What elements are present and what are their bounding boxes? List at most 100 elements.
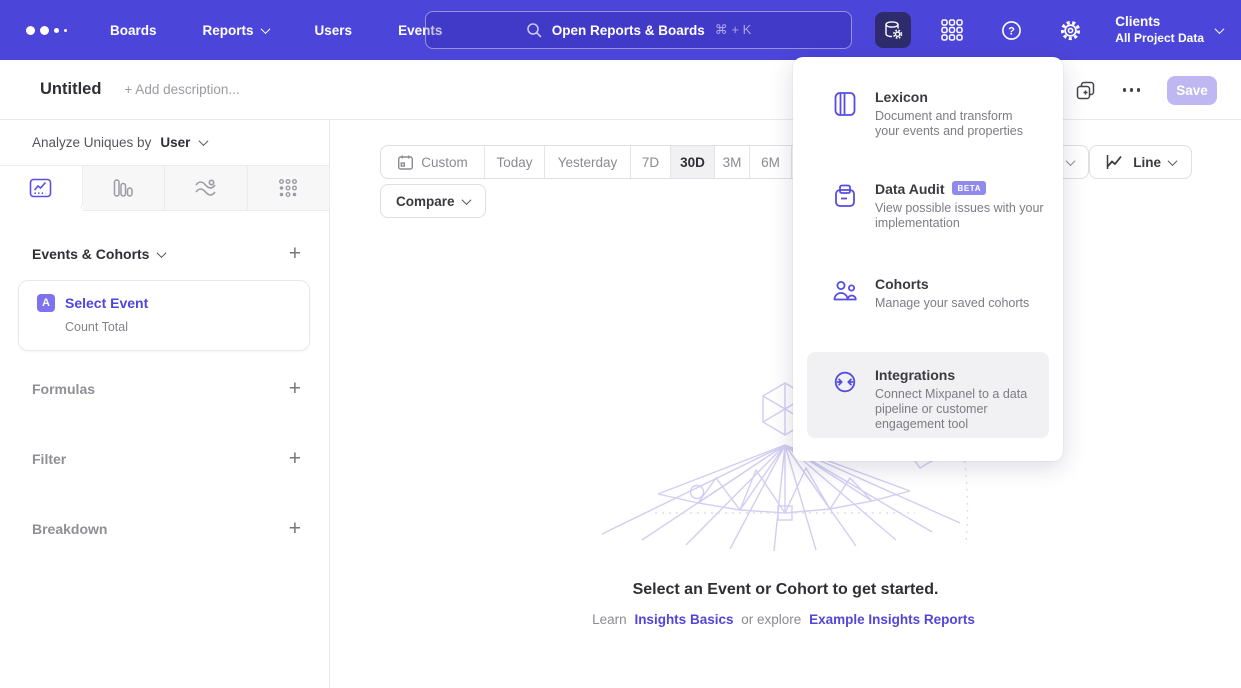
project-selector[interactable]: Clients All Project Data [1115,14,1223,46]
event-card[interactable]: A Select Event Count Total [18,280,310,351]
learn-prefix: Learn [592,612,627,627]
analyze-row: Analyze Uniques by User [32,135,207,150]
nav-boards-label: Boards [110,23,157,38]
range-7d[interactable]: 7D [630,146,670,178]
lexicon-text: Lexicon Document and transform your even… [875,89,1057,139]
beta-badge: BETA [952,181,986,195]
duplicate-icon[interactable] [1075,80,1096,101]
integrations-description: Connect Mixpanel to a data pipeline or c… [875,387,1049,432]
search-icon [526,22,542,38]
apps-grid-button[interactable] [934,12,970,48]
range-yesterday[interactable]: Yesterday [544,146,630,178]
compare-label: Compare [396,194,455,209]
menu-item-cohorts[interactable]: Cohorts Manage your saved cohorts [793,276,1063,311]
nav-users[interactable]: Users [315,23,353,38]
nav-reports[interactable]: Reports [203,23,269,38]
nav-reports-label: Reports [203,23,254,38]
chevron-down-icon[interactable] [199,136,209,146]
range-custom-label: Custom [421,155,468,170]
events-cohorts-header: Events & Cohorts + [32,246,301,262]
data-audit-icon [832,181,858,231]
analyze-value-dropdown[interactable]: User [160,135,190,150]
flow-tab-icon [194,177,217,199]
menu-item-integrations[interactable]: Integrations Connect Mixpanel to a data … [807,352,1049,438]
range-3m[interactable]: 3M [714,146,749,178]
question-circle-icon: ? [1001,20,1022,41]
svg-text:?: ? [1008,25,1015,37]
query-builder-sidebar: Analyze Uniques by User [0,120,330,688]
range-yesterday-label: Yesterday [558,155,618,170]
data-audit-text: Data Audit BETA View possible issues wit… [875,181,1057,231]
data-management-dropdown: Lexicon Document and transform your even… [793,57,1063,461]
search-shortcut: ⌘ + K [715,22,752,38]
global-search-input[interactable]: Open Reports & Boards ⌘ + K [425,11,852,49]
metric-dots-tab-icon [277,177,299,199]
save-button[interactable]: Save [1167,76,1217,105]
cohorts-title: Cohorts [875,276,929,292]
help-button[interactable]: ? [993,12,1029,48]
range-6m-label: 6M [761,155,780,170]
chevron-down-icon [1215,24,1225,34]
report-title[interactable]: Untitled [40,80,101,99]
insights-basics-link[interactable]: Insights Basics [634,612,733,627]
chevron-down-icon [1066,156,1076,166]
grid-icon [940,18,964,42]
event-aggregation[interactable]: Count Total [65,320,309,334]
formulas-section: Formulas + [32,381,301,397]
middle-text: or explore [741,612,801,627]
tab-line-chart[interactable] [0,166,83,211]
lexicon-description: Document and transform your events and p… [875,109,1057,139]
range-6m[interactable]: 6M [749,146,791,178]
chart-type-dropdown[interactable]: Line [1089,145,1192,179]
report-canvas: Custom Today Yesterday 7D 30D 3M 6M Comp… [330,120,1241,688]
data-audit-title: Data Audit [875,181,944,197]
lexicon-title: Lexicon [875,89,928,105]
tab-flow[interactable] [165,166,248,211]
more-options-button[interactable] [1123,88,1141,92]
line-chart-tab-icon [29,177,52,199]
add-formula-button[interactable]: + [289,382,301,396]
cohorts-description: Manage your saved cohorts [875,296,1057,311]
settings-button[interactable] [1052,12,1088,48]
data-management-button[interactable] [875,12,911,48]
analyze-label: Analyze Uniques by [32,135,151,150]
breakdown-section: Breakdown + [32,521,301,537]
range-30d-selected[interactable]: 30D [670,146,714,178]
integrations-icon [832,367,858,438]
database-gear-icon [882,19,904,41]
bar-chart-tab-icon [112,177,134,199]
integrations-text: Integrations Connect Mixpanel to a data … [875,367,1049,438]
cohorts-text: Cohorts Manage your saved cohorts [875,276,1057,311]
add-event-button[interactable]: + [289,247,301,261]
filter-label: Filter [32,451,66,467]
menu-item-data-audit[interactable]: Data Audit BETA View possible issues wit… [793,181,1063,231]
range-today-label: Today [496,155,532,170]
chart-type-label: Line [1133,155,1161,170]
range-custom[interactable]: Custom [381,146,484,178]
chevron-down-icon [1168,156,1178,166]
nav-boards[interactable]: Boards [110,23,157,38]
project-name: All Project Data [1115,31,1204,46]
breakdown-label: Breakdown [32,521,107,537]
cohorts-icon [832,276,858,311]
range-30d-label: 30D [680,155,705,170]
formulas-label: Formulas [32,381,95,397]
range-today[interactable]: Today [484,146,544,178]
empty-state-headline: Select an Event or Cohort to get started… [330,581,1241,599]
tab-metrics[interactable] [248,166,330,211]
tab-bar-chart[interactable] [83,166,166,211]
example-reports-link[interactable]: Example Insights Reports [809,612,975,627]
events-cohorts-label: Events & Cohorts [32,246,149,262]
mixpanel-logo[interactable] [26,26,72,35]
add-breakdown-button[interactable]: + [289,522,301,536]
empty-state-links: Learn Insights Basics or explore Example… [330,612,1241,627]
select-event-link[interactable]: Select Event [65,295,148,311]
compare-button[interactable]: Compare [380,184,486,218]
add-description-field[interactable]: + Add description... [124,82,239,97]
menu-item-lexicon[interactable]: Lexicon Document and transform your even… [793,89,1063,139]
chevron-down-icon [260,24,270,34]
add-filter-button[interactable]: + [289,452,301,466]
top-navigation-bar: Boards Reports Users Events Open Reports… [0,0,1241,60]
integrations-title: Integrations [875,367,955,383]
chevron-down-icon[interactable] [157,248,167,258]
